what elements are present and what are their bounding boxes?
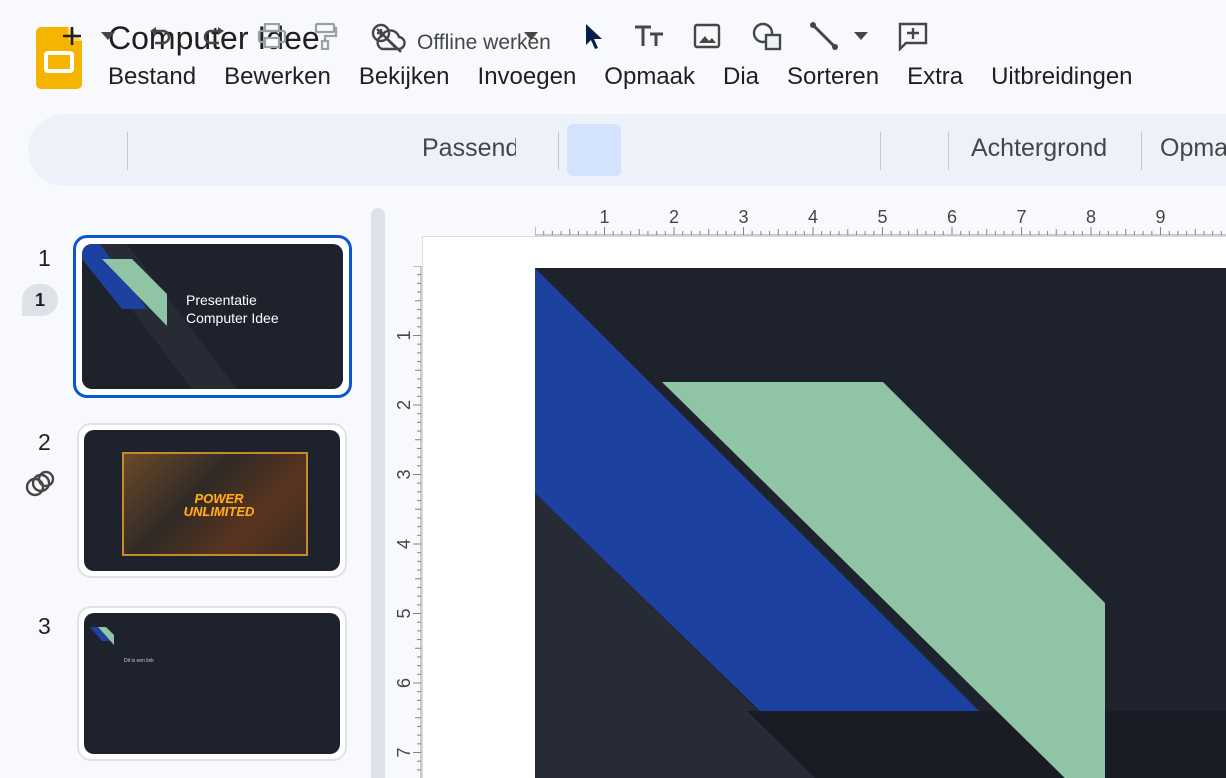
background-button[interactable]: Achtergrond	[971, 134, 1107, 163]
toolbar-divider	[558, 132, 559, 170]
ruler-label: 9	[1155, 207, 1165, 227]
redo-icon	[202, 26, 226, 46]
print-button[interactable]	[256, 0, 288, 72]
ruler-label: 8	[1086, 207, 1096, 227]
slide-1-title-line1: Presentatie	[186, 292, 257, 308]
toolbar-divider	[948, 132, 949, 170]
layout-button[interactable]: Opmaak	[1160, 134, 1226, 163]
slide-number: 2	[38, 429, 51, 455]
slide-thumbnail-content: Presentatie Computer Idee	[82, 244, 343, 389]
caret-down-icon	[853, 31, 869, 41]
slide-1-title: Presentatie Computer Idee	[186, 291, 279, 327]
ruler-label: 7	[394, 747, 414, 757]
slide-3-text[interactable]: Dit is een link	[124, 658, 154, 664]
zoom-dropdown[interactable]	[522, 0, 540, 72]
undo-icon	[148, 26, 172, 46]
zoom-in-icon	[370, 22, 398, 50]
deep-shadow-band	[747, 711, 1226, 778]
comment-count: 1	[34, 290, 45, 310]
slide-1-artwork	[535, 268, 1226, 778]
ruler-label: 1	[394, 330, 414, 340]
ruler-label: 3	[394, 469, 414, 479]
slide-number: 1	[38, 245, 51, 271]
ruler-label: 3	[738, 207, 748, 227]
slide-thumbnail-content: POWER UNLIMITED	[84, 430, 340, 571]
ruler-label: 6	[394, 678, 414, 688]
slide-3-bands	[90, 627, 114, 645]
ruler-label: 6	[947, 207, 957, 227]
zoom-select[interactable]: Passend	[422, 134, 516, 163]
paint-roller-icon	[314, 22, 338, 50]
new-slide-button[interactable]	[58, 0, 86, 72]
slide-thumbnail-1[interactable]: Presentatie Computer Idee	[73, 235, 352, 398]
ruler-label: 2	[394, 400, 414, 410]
ruler-label: 5	[877, 207, 887, 227]
comment-badge[interactable]: 1	[22, 284, 58, 316]
redo-button[interactable]	[200, 0, 228, 72]
undo-button[interactable]	[146, 0, 174, 72]
link-icon	[24, 470, 56, 505]
collage-caption: POWER UNLIMITED	[183, 491, 255, 519]
horizontal-ruler[interactable]: 1234567891	[535, 206, 1226, 236]
cursor-arrow-icon	[583, 22, 605, 50]
image-icon	[693, 23, 721, 49]
select-tool[interactable]	[580, 0, 608, 72]
plus-icon	[61, 25, 83, 47]
slide-canvas[interactable]	[535, 268, 1226, 778]
shapes-icon	[751, 21, 783, 51]
printer-icon	[257, 23, 287, 49]
line-tool-icon	[809, 21, 839, 51]
caret-down-icon	[100, 31, 116, 41]
text-tool-icon	[633, 24, 665, 48]
collage-image: POWER UNLIMITED	[122, 452, 308, 556]
toolbar-divider	[127, 132, 128, 170]
insert-image-button[interactable]	[692, 0, 722, 72]
ruler-label: 2	[669, 207, 679, 227]
select-tool-button[interactable]	[567, 124, 621, 176]
filmstrip-scrollbar[interactable]	[371, 208, 385, 778]
ruler-label: 4	[808, 207, 818, 227]
ruler-label: 1	[599, 207, 609, 227]
slide-number: 3	[38, 613, 51, 639]
caret-down-icon	[523, 31, 539, 41]
ruler-label: 4	[394, 539, 414, 549]
slide-thumbnail-3[interactable]: Dit is een link	[77, 606, 347, 761]
slide-1-title-line2: Computer Idee	[186, 310, 279, 326]
shape-button[interactable]	[750, 0, 784, 72]
new-slide-dropdown[interactable]	[98, 0, 118, 72]
slide-thumbnail-2[interactable]: POWER UNLIMITED	[77, 423, 347, 578]
slide-thumbnail-content: Dit is een link	[84, 613, 340, 754]
text-box-button[interactable]	[632, 0, 666, 72]
ruler-label: 5	[394, 608, 414, 618]
line-dropdown[interactable]	[852, 0, 870, 72]
add-comment-button[interactable]	[896, 0, 930, 72]
ruler-label: 7	[1016, 207, 1026, 227]
menu-extensions[interactable]: Uitbreidingen	[991, 63, 1132, 91]
toolbar-divider	[1141, 132, 1142, 170]
toolbar-divider	[880, 132, 881, 170]
add-comment-icon	[897, 21, 929, 51]
vertical-ruler[interactable]: 1 2 3 4 5 6 7	[392, 266, 422, 778]
paint-format-button[interactable]	[312, 0, 340, 72]
zoom-button[interactable]	[369, 0, 399, 72]
line-button[interactable]	[808, 0, 840, 72]
